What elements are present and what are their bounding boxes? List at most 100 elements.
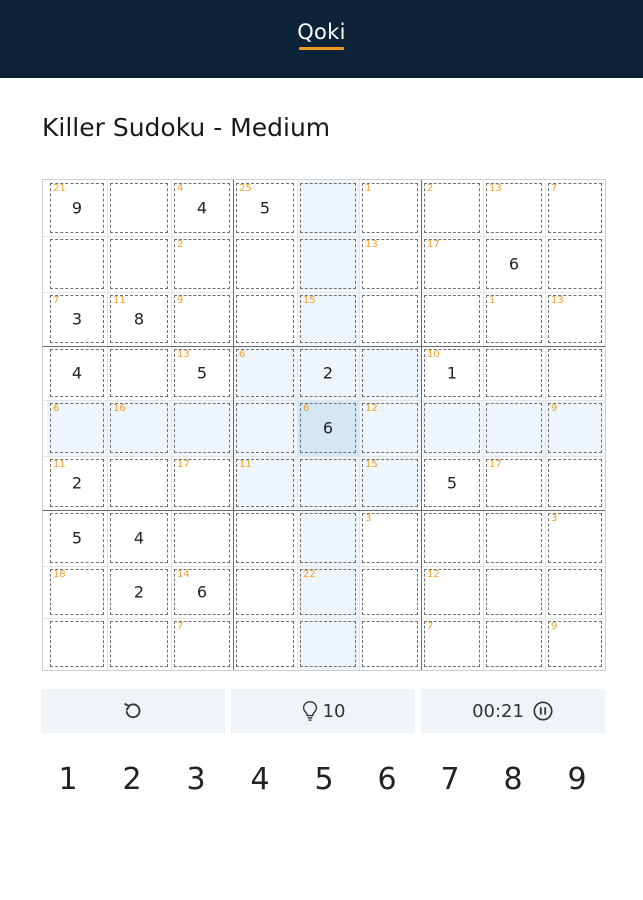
sudoku-cell[interactable]: 11: [233, 456, 297, 510]
undo-button[interactable]: [41, 689, 225, 733]
sudoku-cell[interactable]: 3: [359, 510, 421, 566]
sudoku-cell[interactable]: [107, 236, 171, 292]
sudoku-cell[interactable]: [545, 346, 605, 400]
number-key-2[interactable]: 2: [112, 760, 152, 800]
sudoku-cell[interactable]: 13: [359, 236, 421, 292]
sudoku-cell[interactable]: 17: [483, 456, 545, 510]
sudoku-cell[interactable]: 13: [483, 180, 545, 236]
cage-outline: [110, 459, 168, 507]
sudoku-cell[interactable]: [297, 456, 359, 510]
number-key-1[interactable]: 1: [48, 760, 88, 800]
sudoku-cell[interactable]: 18: [47, 566, 107, 618]
sudoku-cell[interactable]: 2: [107, 566, 171, 618]
sudoku-cell[interactable]: [359, 566, 421, 618]
sudoku-cell[interactable]: [483, 566, 545, 618]
sudoku-cell[interactable]: 1: [483, 292, 545, 346]
sudoku-cell[interactable]: 2: [297, 346, 359, 400]
sudoku-cell[interactable]: [545, 236, 605, 292]
sudoku-cell[interactable]: 12: [421, 566, 483, 618]
sudoku-cell[interactable]: [47, 618, 107, 670]
sudoku-cell[interactable]: 22: [297, 566, 359, 618]
sudoku-cell[interactable]: 21 9: [47, 180, 107, 236]
sudoku-cell[interactable]: 44: [171, 180, 233, 236]
sudoku-cell[interactable]: [421, 400, 483, 456]
number-key-3[interactable]: 3: [176, 760, 216, 800]
number-key-5[interactable]: 5: [304, 760, 344, 800]
sudoku-cell[interactable]: 3: [545, 510, 605, 566]
sudoku-cell[interactable]: [171, 400, 233, 456]
sudoku-cell[interactable]: 16: [107, 400, 171, 456]
sudoku-cell[interactable]: 73: [47, 292, 107, 346]
sudoku-cell[interactable]: [233, 618, 297, 670]
sudoku-cell[interactable]: 6: [233, 346, 297, 400]
sudoku-cell[interactable]: 2: [171, 236, 233, 292]
sudoku-cell[interactable]: [297, 510, 359, 566]
sudoku-cell[interactable]: 12: [359, 400, 421, 456]
sudoku-cell[interactable]: 15: [297, 292, 359, 346]
sudoku-cell[interactable]: 2: [421, 180, 483, 236]
sudoku-cell[interactable]: 9: [545, 618, 605, 670]
sudoku-cell[interactable]: [233, 400, 297, 456]
sudoku-cell[interactable]: 9: [545, 400, 605, 456]
sudoku-cell[interactable]: 7: [545, 180, 605, 236]
sudoku-cell[interactable]: 9: [171, 292, 233, 346]
sudoku-cell[interactable]: [171, 510, 233, 566]
sudoku-cell[interactable]: 66: [297, 400, 359, 456]
sudoku-cell[interactable]: 11 8: [107, 292, 171, 346]
sudoku-cell[interactable]: [483, 510, 545, 566]
sudoku-cell[interactable]: 6: [47, 400, 107, 456]
sudoku-cell[interactable]: [359, 618, 421, 670]
cage-outline: [486, 621, 542, 667]
sudoku-cell[interactable]: 17: [421, 236, 483, 292]
number-key-8[interactable]: 8: [493, 760, 533, 800]
sudoku-cell[interactable]: 14 6: [171, 566, 233, 618]
sudoku-cell[interactable]: [483, 346, 545, 400]
sudoku-cell[interactable]: [483, 618, 545, 670]
sudoku-cell[interactable]: 7: [421, 618, 483, 670]
sudoku-cell[interactable]: [297, 180, 359, 236]
sudoku-cell[interactable]: [233, 236, 297, 292]
sudoku-cell[interactable]: [47, 236, 107, 292]
sudoku-cell[interactable]: [233, 566, 297, 618]
sudoku-cell[interactable]: 5: [47, 510, 107, 566]
sudoku-cell[interactable]: 4: [47, 346, 107, 400]
sudoku-cell[interactable]: [107, 180, 171, 236]
sudoku-cell[interactable]: [483, 400, 545, 456]
sudoku-cell[interactable]: [545, 566, 605, 618]
hint-button[interactable]: 10: [231, 689, 415, 733]
sudoku-cell[interactable]: [545, 456, 605, 510]
sudoku-cell[interactable]: [297, 236, 359, 292]
sudoku-cell[interactable]: 11 2: [47, 456, 107, 510]
sudoku-cell[interactable]: [107, 456, 171, 510]
number-key-4[interactable]: 4: [240, 760, 280, 800]
timer-pause-button[interactable]: 00:21: [421, 689, 605, 733]
sudoku-cell[interactable]: [421, 510, 483, 566]
hints-remaining: 10: [322, 700, 346, 722]
sudoku-cell[interactable]: [233, 292, 297, 346]
sudoku-cell[interactable]: 25 5: [233, 180, 297, 236]
sudoku-cell[interactable]: 5: [421, 456, 483, 510]
sudoku-cell[interactable]: 17: [171, 456, 233, 510]
number-key-6[interactable]: 6: [367, 760, 407, 800]
number-key-7[interactable]: 7: [430, 760, 470, 800]
sudoku-cell[interactable]: [233, 510, 297, 566]
cell-value: 6: [508, 254, 520, 274]
sudoku-cell[interactable]: [359, 346, 421, 400]
sudoku-cell[interactable]: 7: [171, 618, 233, 670]
cage-outline: [236, 239, 294, 289]
sudoku-cell[interactable]: [421, 292, 483, 346]
cage-sum: 21: [53, 183, 66, 194]
sudoku-cell[interactable]: 15: [359, 456, 421, 510]
sudoku-cell[interactable]: [107, 346, 171, 400]
sudoku-cell[interactable]: 6: [483, 236, 545, 292]
sudoku-cell[interactable]: 4: [107, 510, 171, 566]
sudoku-cell[interactable]: [359, 292, 421, 346]
sudoku-cell[interactable]: 13: [545, 292, 605, 346]
sudoku-cell[interactable]: 10 1: [421, 346, 483, 400]
sudoku-cell[interactable]: 1: [359, 180, 421, 236]
brand-logo[interactable]: Qoki: [0, 20, 643, 44]
sudoku-cell[interactable]: [107, 618, 171, 670]
number-key-9[interactable]: 9: [557, 760, 597, 800]
sudoku-cell[interactable]: [297, 618, 359, 670]
sudoku-cell[interactable]: 13 5: [171, 346, 233, 400]
